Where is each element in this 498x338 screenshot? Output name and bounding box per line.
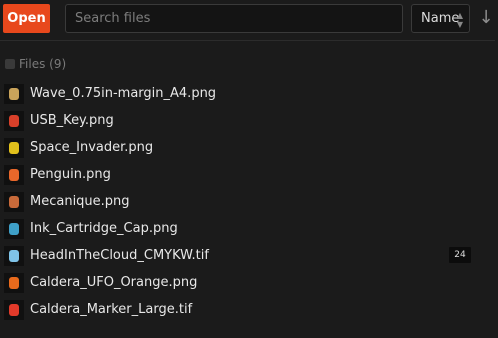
file-name: Ink_Cartridge_Cap.png bbox=[30, 221, 178, 236]
file-row[interactable]: Ink_Cartridge_Cap.png bbox=[0, 215, 498, 242]
open-button[interactable]: Open bbox=[3, 4, 50, 33]
thumbnail-shape bbox=[9, 222, 19, 235]
search-input[interactable] bbox=[65, 4, 403, 33]
file-row[interactable]: HeadInTheCloud_CMYKW.tif 24 bbox=[0, 242, 498, 269]
select-updown-icon: ▲ ▼ bbox=[456, 10, 463, 29]
file-row[interactable]: Penguin.png bbox=[0, 161, 498, 188]
file-list: Wave_0.75in-margin_A4.png USB_Key.png Spac… bbox=[0, 80, 498, 323]
toolbar: Open Name ▲▼ ↓ bbox=[0, 0, 498, 41]
thumbnail-shape bbox=[9, 141, 19, 154]
file-row[interactable]: USB_Key.png bbox=[0, 107, 498, 134]
sort-select-value: Name bbox=[421, 11, 460, 26]
files-header: Files (9) bbox=[5, 57, 66, 71]
file-row[interactable]: Caldera_Marker_Large.tif bbox=[0, 296, 498, 323]
sort-select[interactable]: Name ▲ ▼ bbox=[411, 4, 470, 33]
select-all-checkbox[interactable] bbox=[5, 59, 15, 69]
file-name: Caldera_UFO_Orange.png bbox=[30, 275, 198, 290]
image-thumbnail-icon bbox=[4, 191, 24, 212]
file-name: Mecanique.png bbox=[30, 194, 130, 209]
thumbnail-shape bbox=[9, 168, 19, 181]
thumbnail-shape bbox=[9, 276, 19, 289]
image-thumbnail-icon bbox=[4, 272, 24, 293]
file-row[interactable]: Wave_0.75in-margin_A4.png bbox=[0, 80, 498, 107]
count-badge: 24 bbox=[449, 247, 471, 263]
file-name: Caldera_Marker_Large.tif bbox=[30, 302, 193, 317]
thumbnail-shape bbox=[9, 249, 19, 262]
thumbnail-shape bbox=[9, 114, 19, 127]
image-thumbnail-icon bbox=[4, 299, 24, 320]
file-row[interactable]: Caldera_UFO_Orange.png bbox=[0, 269, 498, 296]
file-name: USB_Key.png bbox=[30, 113, 114, 128]
file-name: Wave_0.75in-margin_A4.png bbox=[30, 86, 217, 101]
file-row[interactable]: Mecanique.png bbox=[0, 188, 498, 215]
thumbnail-shape bbox=[9, 195, 19, 208]
files-header-label: Files (9) bbox=[19, 57, 67, 71]
image-thumbnail-icon bbox=[4, 164, 24, 185]
file-name: Penguin.png bbox=[30, 167, 111, 182]
thumbnail-shape bbox=[9, 87, 19, 100]
thumbnail-shape bbox=[9, 303, 19, 316]
file-row[interactable]: Space_Invader.png bbox=[0, 134, 498, 161]
file-name: HeadInTheCloud_CMYKW.tif bbox=[30, 248, 209, 263]
image-thumbnail-icon bbox=[4, 110, 24, 131]
image-thumbnail-icon bbox=[4, 245, 24, 266]
image-thumbnail-icon bbox=[4, 218, 24, 239]
arrow-down-icon[interactable]: ↓ bbox=[478, 7, 494, 29]
image-thumbnail-icon bbox=[4, 137, 24, 158]
image-thumbnail-icon bbox=[4, 83, 24, 104]
file-name: Space_Invader.png bbox=[30, 140, 154, 155]
